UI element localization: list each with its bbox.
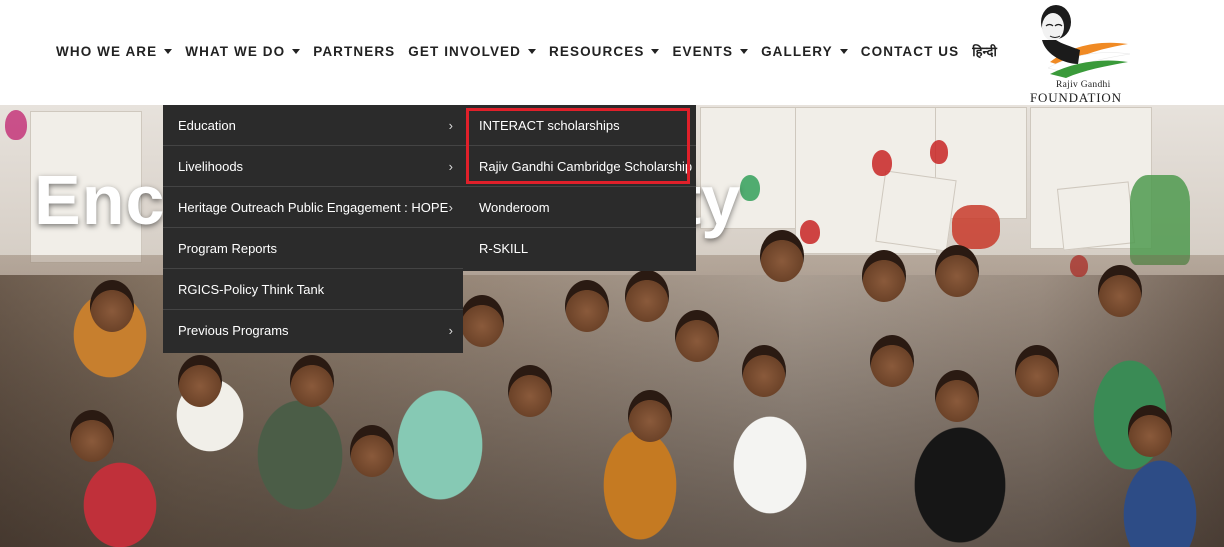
person-head [290, 355, 334, 407]
person-head [870, 335, 914, 387]
nav-partners[interactable]: PARTNERS [313, 44, 395, 59]
caret-down-icon [740, 49, 749, 54]
nav-label: PARTNERS [313, 43, 396, 59]
person-head [350, 425, 394, 477]
handprint [800, 220, 820, 244]
what-we-do-dropdown: Education › Livelihoods › Heritage Outreac… [163, 105, 463, 353]
nav-resources[interactable]: RESOURCES [549, 43, 660, 59]
nav-what-we-do[interactable]: WHAT WE DO [185, 43, 301, 59]
nav-label: GALLERY [761, 43, 833, 59]
caret-down-icon [164, 49, 173, 54]
person-head [460, 295, 504, 347]
nav-label: WHO WE ARE [56, 43, 158, 59]
person-head [508, 365, 552, 417]
wall-drawing [1056, 181, 1136, 251]
logo-text-name: Rajiv Gandhi [1056, 80, 1111, 90]
menu-item-previous-programs[interactable]: Previous Programs › [163, 310, 463, 351]
submenu-item-cambridge-scholarship[interactable]: Rajiv Gandhi Cambridge Scholarship [463, 146, 696, 187]
submenu-item-label: Wonderoom [479, 199, 550, 215]
caret-down-icon [292, 49, 301, 54]
menu-item-label: Livelihoods [178, 158, 244, 174]
nav-events[interactable]: EVENTS [672, 43, 749, 59]
person-head [675, 310, 719, 362]
person-head [628, 390, 672, 442]
submenu-item-label: R-SKILL [479, 241, 529, 256]
person-head [1015, 345, 1059, 397]
handprint [872, 150, 892, 176]
caret-down-icon [839, 49, 848, 54]
submenu-item-interact-scholarships[interactable]: INTERACT scholarships [463, 105, 696, 146]
chevron-right-icon: › [448, 200, 453, 215]
foundation-logo[interactable]: Rajiv Gandhi FOUNDATION [1022, 0, 1134, 105]
nav-label: हिन्दी [972, 45, 997, 60]
person-head [760, 230, 804, 282]
person-head [90, 280, 134, 332]
nav-gallery[interactable]: GALLERY [761, 44, 848, 59]
person-head [565, 280, 609, 332]
menu-item-education[interactable]: Education › [163, 105, 463, 146]
education-submenu: INTERACT scholarships Rajiv Gandhi Cambr… [463, 105, 696, 271]
person-head [178, 355, 222, 407]
nav-label: RESOURCES [549, 43, 645, 59]
nav-hindi[interactable]: हिन्दी [972, 42, 997, 60]
submenu-item-label: Rajiv Gandhi Cambridge Scholarship [479, 158, 693, 174]
wall-mask [952, 205, 1000, 249]
menu-item-label: RGICS-Policy Think Tank [178, 281, 325, 297]
handprint [930, 140, 948, 164]
submenu-item-r-skill[interactable]: R-SKILL [463, 228, 696, 269]
person-head [742, 345, 786, 397]
wall-drawing [875, 170, 957, 252]
chevron-right-icon: › [448, 159, 453, 174]
person-head [935, 245, 979, 297]
nav-label: EVENTS [672, 43, 734, 59]
chevron-right-icon: › [448, 323, 453, 338]
menu-item-rgics-policy[interactable]: RGICS-Policy Think Tank [163, 269, 463, 310]
person-head [1128, 405, 1172, 457]
nav-who-we-are[interactable]: WHO WE ARE [56, 43, 173, 59]
chevron-right-icon: › [448, 118, 453, 133]
person-head [935, 370, 979, 422]
menu-item-label: Previous Programs [178, 323, 289, 338]
handprint [5, 110, 27, 140]
nav-label: CONTACT US [860, 43, 960, 59]
submenu-item-label: INTERACT scholarships [479, 117, 620, 133]
nav-get-involved[interactable]: GET INVOLVED [408, 43, 537, 59]
person-head [625, 270, 669, 322]
person-head [70, 410, 114, 462]
person-head [862, 250, 906, 302]
menu-item-label: Education [178, 117, 236, 133]
menu-item-program-reports[interactable]: Program Reports [163, 228, 463, 269]
submenu-item-wonderoom[interactable]: Wonderoom [463, 187, 696, 228]
logo-text-foundation: FOUNDATION [1030, 90, 1122, 105]
menu-item-label: Program Reports [178, 240, 277, 256]
wall-tree-drawing [1130, 175, 1190, 265]
nav-label: GET INVOLVED [408, 43, 522, 59]
nav-label: WHAT WE DO [185, 43, 286, 59]
site-header: WHO WE ARE WHAT WE DO PARTNERS GET INVOL… [0, 0, 1224, 105]
person-head [1098, 265, 1142, 317]
menu-item-livelihoods[interactable]: Livelihoods › [163, 146, 463, 187]
caret-down-icon [651, 49, 660, 54]
handprint [740, 175, 760, 201]
portrait-logo-icon [1041, 5, 1131, 78]
nav-contact-us[interactable]: CONTACT US [861, 44, 960, 59]
menu-item-label: Heritage Outreach Public Engagement : HO… [178, 199, 449, 215]
menu-item-hope[interactable]: Heritage Outreach Public Engagement : HO… [163, 187, 463, 228]
caret-down-icon [528, 49, 537, 54]
main-nav: WHO WE ARE WHAT WE DO PARTNERS GET INVOL… [56, 42, 1010, 61]
